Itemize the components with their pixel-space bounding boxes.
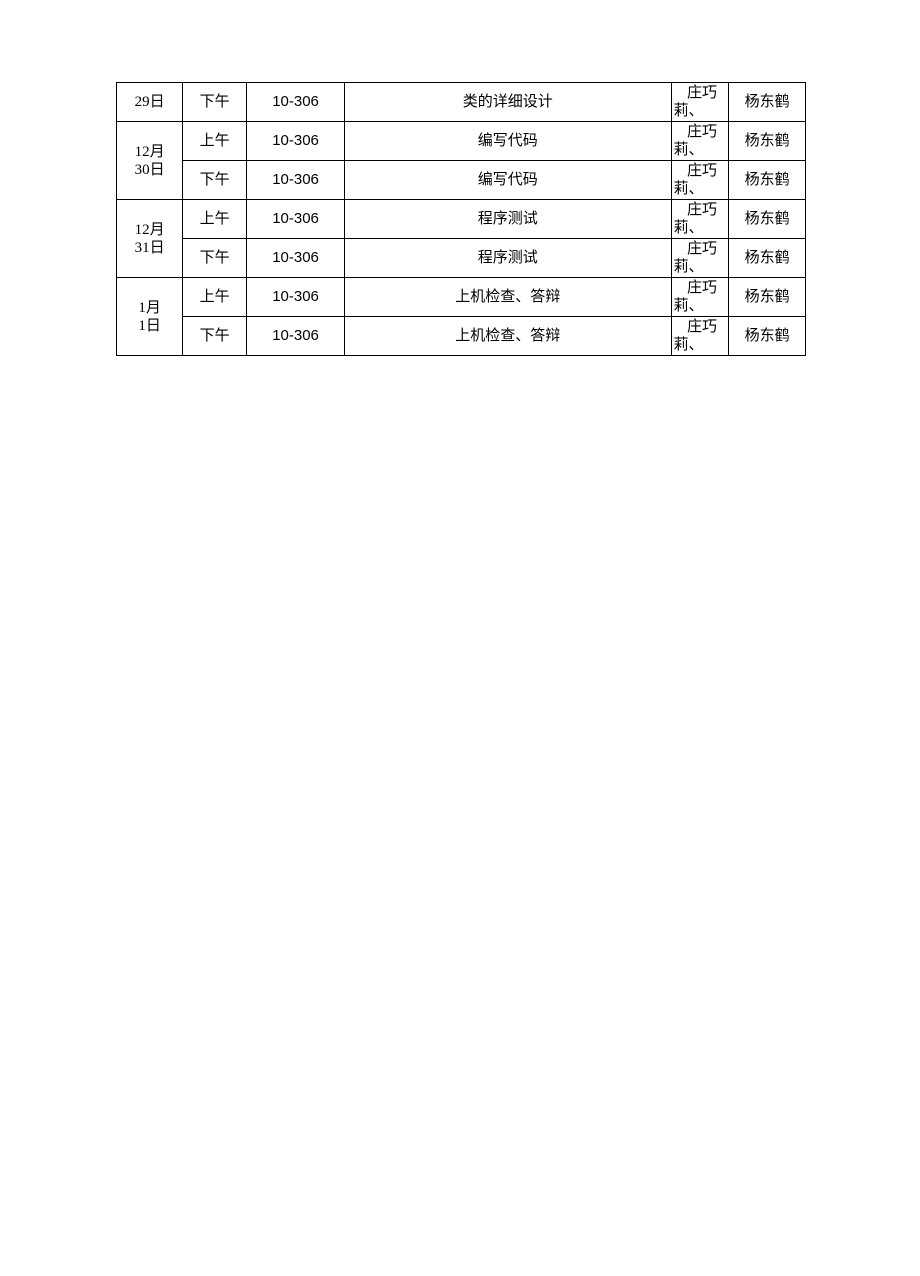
cell-task: 上机检查、答辩 <box>344 278 671 317</box>
cell-date-line2: 31日 <box>135 240 165 256</box>
cell-ampm: 下午 <box>183 161 247 200</box>
cell-task: 编写代码 <box>344 122 671 161</box>
cell-name1-line1: 庄巧 <box>674 201 729 219</box>
cell-name1: 庄巧 莉、 <box>671 200 729 239</box>
schedule-table: 29日 下午 10-306 类的详细设计 庄巧 莉、 杨东鹤 12月 30日 上… <box>116 82 806 356</box>
table-row: 1月 1日 上午 10-306 上机检查、答辩 庄巧 莉、 杨东鹤 <box>117 278 806 317</box>
cell-ampm: 下午 <box>183 239 247 278</box>
cell-ampm: 上午 <box>183 122 247 161</box>
cell-date: 12月 30日 <box>117 122 183 200</box>
cell-room: 10-306 <box>247 239 345 278</box>
cell-name1-line2: 莉、 <box>674 336 729 354</box>
cell-task: 程序测试 <box>344 200 671 239</box>
cell-name1-line1: 庄巧 <box>674 162 729 180</box>
cell-name2: 杨东鹤 <box>729 200 806 239</box>
cell-room: 10-306 <box>247 200 345 239</box>
cell-name1: 庄巧 莉、 <box>671 278 729 317</box>
table-row: 下午 10-306 上机检查、答辩 庄巧 莉、 杨东鹤 <box>117 317 806 356</box>
cell-task: 上机检查、答辩 <box>344 317 671 356</box>
cell-task: 类的详细设计 <box>344 83 671 122</box>
cell-name1-line2: 莉、 <box>674 102 729 120</box>
cell-name1: 庄巧 莉、 <box>671 239 729 278</box>
cell-name1-line2: 莉、 <box>674 141 729 159</box>
table-row: 下午 10-306 编写代码 庄巧 莉、 杨东鹤 <box>117 161 806 200</box>
cell-name1: 庄巧 莉、 <box>671 122 729 161</box>
cell-name2: 杨东鹤 <box>729 239 806 278</box>
cell-date-line1: 1月 <box>138 300 161 316</box>
cell-name1-line2: 莉、 <box>674 258 729 276</box>
cell-ampm: 下午 <box>183 83 247 122</box>
table-row: 12月 31日 上午 10-306 程序测试 庄巧 莉、 杨东鹤 <box>117 200 806 239</box>
cell-name2: 杨东鹤 <box>729 278 806 317</box>
cell-room: 10-306 <box>247 83 345 122</box>
cell-name2: 杨东鹤 <box>729 83 806 122</box>
cell-room: 10-306 <box>247 161 345 200</box>
cell-ampm: 下午 <box>183 317 247 356</box>
cell-date: 12月 31日 <box>117 200 183 278</box>
cell-name2: 杨东鹤 <box>729 122 806 161</box>
cell-date: 29日 <box>117 83 183 122</box>
cell-name1-line1: 庄巧 <box>674 279 729 297</box>
cell-task: 程序测试 <box>344 239 671 278</box>
cell-ampm: 上午 <box>183 200 247 239</box>
cell-room: 10-306 <box>247 317 345 356</box>
cell-task: 编写代码 <box>344 161 671 200</box>
cell-name1: 庄巧 莉、 <box>671 317 729 356</box>
cell-date-line1: 12月 <box>135 144 165 160</box>
cell-date-line1: 12月 <box>135 222 165 238</box>
cell-name1-line1: 庄巧 <box>674 84 729 102</box>
cell-name1-line2: 莉、 <box>674 180 729 198</box>
table-row: 12月 30日 上午 10-306 编写代码 庄巧 莉、 杨东鹤 <box>117 122 806 161</box>
cell-name1: 庄巧 莉、 <box>671 83 729 122</box>
cell-date: 1月 1日 <box>117 278 183 356</box>
cell-room: 10-306 <box>247 122 345 161</box>
cell-name1-line2: 莉、 <box>674 219 729 237</box>
table-row: 下午 10-306 程序测试 庄巧 莉、 杨东鹤 <box>117 239 806 278</box>
cell-ampm: 上午 <box>183 278 247 317</box>
cell-name1-line1: 庄巧 <box>674 123 729 141</box>
cell-name2: 杨东鹤 <box>729 317 806 356</box>
cell-date-line2: 1日 <box>138 318 161 334</box>
cell-name1-line2: 莉、 <box>674 297 729 315</box>
cell-name2: 杨东鹤 <box>729 161 806 200</box>
cell-room: 10-306 <box>247 278 345 317</box>
cell-date-line2: 30日 <box>135 162 165 178</box>
cell-name1-line1: 庄巧 <box>674 318 729 336</box>
cell-name1-line1: 庄巧 <box>674 240 729 258</box>
cell-name1: 庄巧 莉、 <box>671 161 729 200</box>
table-row: 29日 下午 10-306 类的详细设计 庄巧 莉、 杨东鹤 <box>117 83 806 122</box>
